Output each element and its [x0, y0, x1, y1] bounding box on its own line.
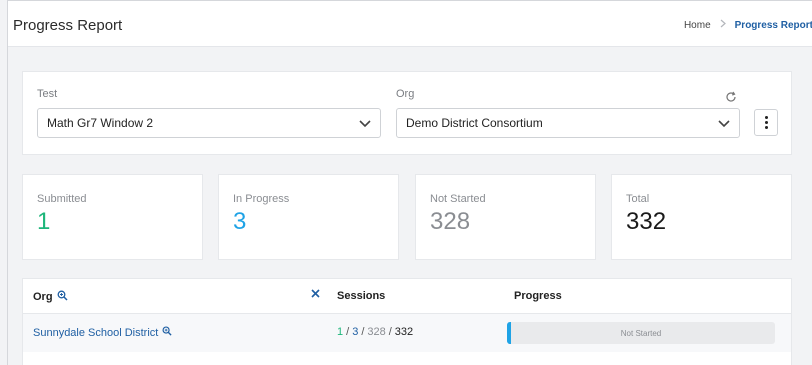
- stat-card-not-started: Not Started 328: [415, 174, 596, 260]
- stat-value: 3: [233, 208, 247, 235]
- stat-label: In Progress: [233, 193, 290, 205]
- org-link[interactable]: Sunnydale School District: [33, 327, 158, 339]
- sessions-separator: /: [346, 326, 350, 338]
- progress-bar: Not Started: [507, 322, 775, 344]
- sessions-separator: /: [361, 326, 365, 338]
- table-header: Org Sessions Progress: [23, 279, 791, 314]
- top-bar: Progress Report Home Progress Report: [8, 1, 812, 47]
- sessions-total: 332: [394, 326, 414, 338]
- chevron-down-icon: [717, 117, 731, 129]
- stat-label: Total: [626, 193, 650, 205]
- breadcrumb: Home Progress Report: [684, 19, 812, 31]
- stat-value: 1: [37, 208, 51, 235]
- sessions-in-progress[interactable]: 3: [352, 326, 358, 338]
- stat-card-in-progress: In Progress 3: [218, 174, 399, 260]
- stat-card-total: Total 332: [611, 174, 792, 260]
- org-label: Org: [396, 88, 415, 100]
- org-select[interactable]: Demo District Consortium: [396, 108, 740, 138]
- test-select-value: Math Gr7 Window 2: [47, 116, 154, 130]
- more-options-button[interactable]: [754, 109, 778, 136]
- zoom-in-icon[interactable]: [162, 326, 172, 339]
- sessions-separator: /: [388, 326, 392, 338]
- column-header-org-label: Org: [33, 291, 53, 303]
- test-label: Test: [37, 88, 58, 100]
- org-cell: Sunnydale School District: [33, 326, 172, 339]
- sessions-submitted: 1: [337, 326, 344, 338]
- column-header-org: Org: [33, 290, 68, 304]
- stat-label: Not Started: [430, 193, 486, 205]
- sessions-cell: 1 / 3 / 328 / 332: [337, 326, 413, 338]
- breadcrumb-current: Progress Report: [734, 19, 812, 31]
- page-title: Progress Report: [13, 17, 123, 34]
- chevron-down-icon: [358, 117, 372, 129]
- close-icon[interactable]: [311, 289, 320, 298]
- sessions-not-started: 328: [367, 326, 386, 338]
- column-header-progress: Progress: [514, 290, 562, 302]
- test-select[interactable]: Math Gr7 Window 2: [37, 108, 381, 138]
- filters-card: Test Math Gr7 Window 2 Org Demo District…: [22, 71, 792, 155]
- chevron-right-icon: [720, 19, 726, 31]
- progress-table: Org Sessions Progress Sunnydale School D…: [22, 278, 792, 365]
- refresh-icon[interactable]: [725, 90, 737, 102]
- stat-value: 332: [626, 208, 667, 235]
- search-icon[interactable]: [57, 290, 68, 304]
- app-frame: Progress Report Home Progress Report Tes…: [7, 0, 812, 365]
- table-row: Sunnydale School District 1 / 3 / 328 / …: [23, 314, 791, 352]
- stat-value: 328: [430, 208, 471, 235]
- progress-bar-label: Not Started: [620, 328, 662, 338]
- kebab-menu-icon: [764, 115, 768, 130]
- column-header-sessions: Sessions: [337, 290, 386, 302]
- stat-card-submitted: Submitted 1: [22, 174, 203, 260]
- org-select-value: Demo District Consortium: [406, 116, 543, 130]
- breadcrumb-home-link[interactable]: Home: [684, 20, 711, 31]
- stat-label: Submitted: [37, 193, 87, 205]
